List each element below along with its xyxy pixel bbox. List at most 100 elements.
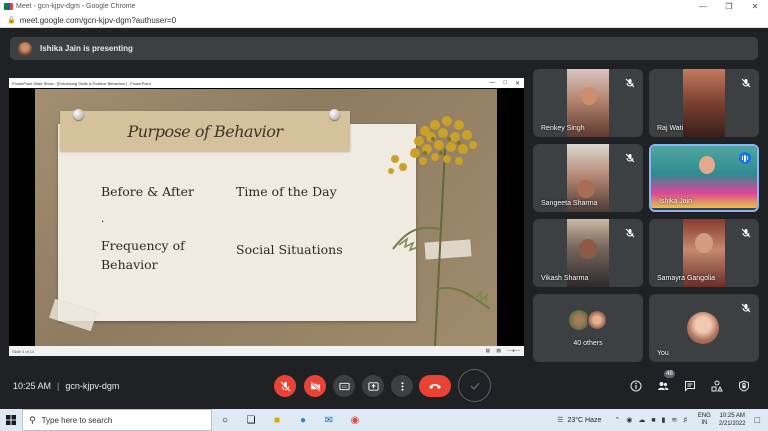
slide-item-before-after: Before & After (101, 184, 195, 199)
window-titlebar: Meet - gcn-kjpv-dgm - Google Chrome (0, 0, 768, 13)
presenter-avatar (18, 41, 32, 56)
info-icon (630, 380, 642, 392)
clock-time: 10:25 AM (719, 413, 745, 419)
self-avatar (687, 312, 719, 344)
ppt-minimize-icon: — (489, 79, 496, 86)
present-screen-icon (367, 381, 379, 391)
ppt-close-icon: ✕ (514, 80, 520, 87)
camera-toggle-button[interactable] (304, 375, 326, 397)
close-icon[interactable]: ✕ (742, 0, 768, 13)
language-indicator[interactable]: ENG IN (698, 413, 711, 427)
window-controls: — ❐ ✕ (690, 0, 768, 13)
weather-widget[interactable]: ☰ 23°C Haze (557, 416, 602, 425)
ppt-restore-icon: □ (503, 79, 507, 86)
self-tile[interactable]: You (649, 294, 759, 362)
dried-flower-illustration (388, 116, 491, 346)
participant-tile[interactable]: Raj Wati (649, 69, 759, 137)
presentation-slide: Purpose of Behavior Before & After Time … (35, 89, 497, 346)
host-controls-button[interactable] (737, 379, 751, 393)
participant-face (695, 233, 713, 253)
people-button[interactable] (656, 379, 670, 393)
activities-icon (711, 380, 723, 392)
slide-item-frequency: Frequency of Behavior (101, 238, 185, 272)
network-icon[interactable]: ◉ (626, 416, 632, 424)
muted-mic-icon (625, 150, 635, 163)
powerpoint-title: PowerPoint Slide Show - [Enhancing Skill… (12, 80, 151, 86)
participant-tile[interactable]: Vikash Sharma (533, 219, 643, 287)
muted-mic-icon (625, 225, 635, 238)
url-text: meet.google.com/gcn-kjpv-dgm?authuser=0 (19, 15, 177, 25)
search-placeholder: Type here to search (41, 415, 113, 425)
participant-name: Samayra Gangolia (657, 275, 715, 282)
muted-mic-icon (741, 225, 751, 238)
cortana-icon[interactable]: ○ (212, 409, 238, 431)
taskbar-clock[interactable]: 10:25 AM 2/21/2022 (719, 412, 746, 428)
wifi-icon[interactable]: ≋ (671, 416, 677, 424)
mic-off-icon (280, 381, 290, 391)
others-avatar (587, 310, 607, 330)
search-icon: ⚲ (29, 414, 36, 425)
muted-mic-icon (625, 75, 635, 88)
start-button[interactable] (0, 409, 22, 431)
participant-tile[interactable]: Renkey Singh (533, 69, 643, 137)
people-icon (658, 382, 669, 390)
address-bar[interactable]: 🔒 meet.google.com/gcn-kjpv-dgm?authuser=… (0, 13, 768, 28)
region-code: IN (701, 420, 708, 426)
more-options-button[interactable] (391, 375, 413, 397)
others-avatar (569, 310, 589, 330)
meeting-details-button[interactable] (629, 379, 643, 393)
onedrive-icon[interactable]: ☁ (638, 416, 645, 424)
meeting-info: 10:25 AM | gcn-kjpv-dgm (13, 381, 120, 391)
participant-tile[interactable]: Samayra Gangolia (649, 219, 759, 287)
show-hidden-icons-icon[interactable]: ⌃ (614, 416, 620, 424)
hang-up-icon (429, 384, 441, 389)
present-now-button[interactable] (362, 375, 384, 397)
participant-tile-active[interactable]: Ishika Jain (649, 144, 759, 212)
zoom-slider-icon: —●— (506, 348, 520, 354)
language-code: ENG (697, 413, 711, 419)
more-vertical-icon (400, 381, 404, 391)
participant-video (683, 69, 725, 137)
others-count: 40 others (573, 340, 603, 347)
weather-text: 23°C Haze (567, 416, 602, 424)
slide-bullet-dot: . (101, 211, 105, 225)
pushpin-icon (73, 109, 84, 120)
task-view-icon[interactable]: ❏ (238, 409, 264, 431)
activities-button[interactable] (710, 379, 724, 393)
muted-mic-icon (741, 300, 751, 313)
participant-face (581, 87, 597, 105)
mail-icon[interactable]: ✉ (316, 409, 342, 431)
participant-tile[interactable]: Sangeeta Sharma (533, 144, 643, 212)
slide-item-time-of-day: Time of the Day (236, 184, 337, 199)
minimize-icon[interactable]: — (690, 0, 716, 13)
windows-logo-icon (6, 415, 16, 425)
leave-call-button[interactable] (419, 375, 451, 397)
closed-captions-icon: CC (338, 382, 350, 390)
shield-lock-icon (739, 380, 749, 392)
participant-name: Raj Wati (657, 125, 684, 132)
battery-icon[interactable]: ▮ (662, 416, 666, 424)
participant-name: Vikash Sharma (541, 275, 589, 282)
restore-icon[interactable]: ❐ (716, 0, 742, 13)
participant-name: Ishika Jain (659, 198, 693, 205)
participant-face (699, 156, 715, 174)
edge-browser-icon[interactable]: ● (290, 409, 316, 431)
chat-button[interactable] (683, 379, 697, 393)
slide-title: Purpose of Behavior (127, 121, 283, 141)
meet-tray-icon[interactable]: ■ (651, 417, 655, 424)
notifications-icon[interactable]: □ (755, 415, 760, 425)
others-tile[interactable]: 40 others (533, 294, 643, 362)
volume-icon[interactable]: ♯ (683, 417, 687, 424)
muted-mic-icon (741, 75, 751, 88)
confirm-button[interactable] (458, 369, 491, 402)
participant-name: Renkey Singh (541, 125, 585, 132)
captions-button[interactable]: CC (333, 375, 355, 397)
slide-paper (58, 124, 416, 321)
normal-view-icon: ▦ (485, 348, 491, 354)
chrome-icon[interactable]: ◉ (342, 409, 368, 431)
slide-counter: Slide 4 of 14 (12, 348, 35, 354)
svg-text:CC: CC (341, 385, 347, 389)
taskbar-search-input[interactable]: ⚲ Type here to search (22, 409, 212, 431)
microphone-toggle-button[interactable] (274, 375, 296, 397)
file-explorer-icon[interactable]: ■ (264, 409, 290, 431)
